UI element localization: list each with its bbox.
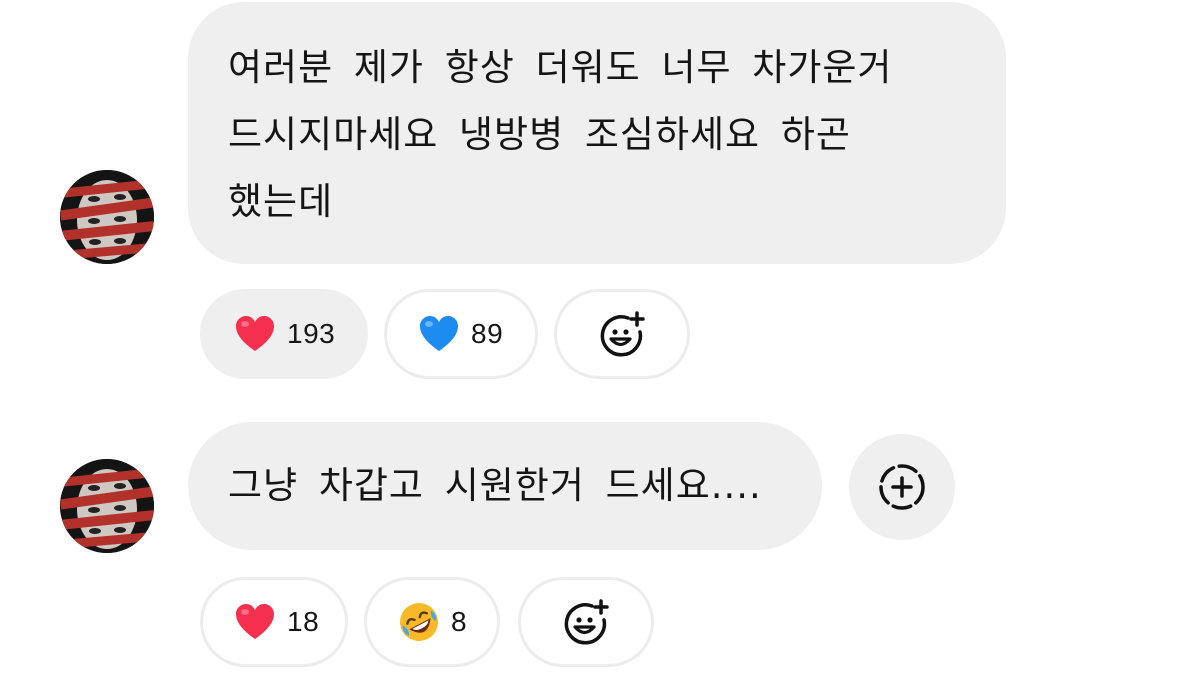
add-reaction-button[interactable] [554,289,690,379]
red-heart-icon [236,316,274,351]
add-reaction-circle-button[interactable] [849,434,955,540]
avatar-image [60,459,154,553]
comment-text-line: 드시지마세요 냉방병 조심하세요 하곤 [228,113,851,156]
reaction-blue-heart[interactable]: 89 [384,289,538,379]
avatar[interactable] [60,170,154,264]
add-reaction-button[interactable] [518,577,654,667]
reaction-count: 18 [287,606,320,637]
reaction-count: 193 [287,318,336,349]
comment-bubble[interactable]: 그냥 차갑고 시원한거 드세요.... [188,422,822,550]
chat-thread: 여러분 제가 항상 더워도 너무 차가운거 드시지마세요 냉방병 조심하세요 하… [0,0,1200,683]
avatar-image [60,170,154,264]
reaction-count: 8 [451,606,468,637]
comment-text-line: 했는데 [228,180,334,223]
reaction-laughing[interactable]: 8 [364,577,500,667]
comment-text-line: 여러분 제가 항상 더워도 너무 차가운거 [228,46,893,89]
comment-bubble[interactable]: 여러분 제가 항상 더워도 너무 차가운거 드시지마세요 냉방병 조심하세요 하… [188,2,1006,264]
dashed-plus-circle-icon [879,464,925,510]
rolling-on-floor-laughing-icon [400,603,438,641]
add-reaction-icon [600,311,645,357]
reaction-count: 89 [471,318,504,349]
avatar[interactable] [60,459,154,553]
reaction-red-heart[interactable]: 193 [200,289,368,379]
reaction-red-heart[interactable]: 18 [200,577,348,667]
add-reaction-icon [564,599,609,645]
blue-heart-icon [420,316,458,351]
comment-text: 그냥 차갑고 시원한거 드세요.... [228,464,762,507]
red-heart-icon [236,604,274,639]
